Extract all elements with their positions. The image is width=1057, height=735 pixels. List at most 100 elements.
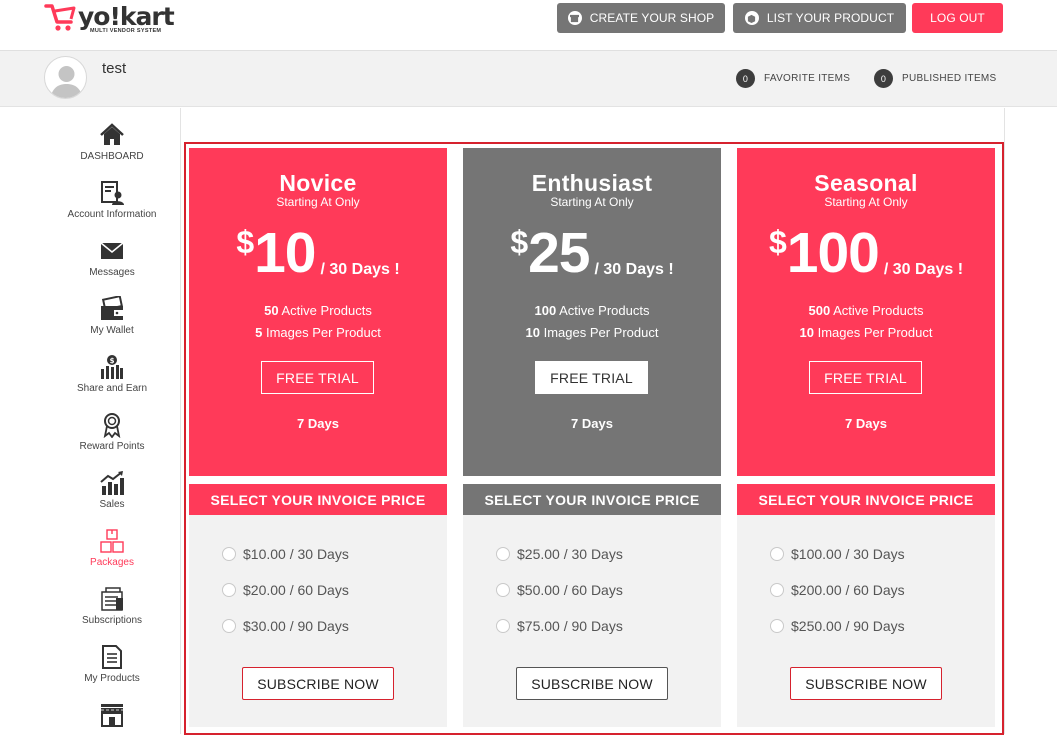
radio-button[interactable] — [222, 583, 236, 597]
sidebar: DASHBOARD Account Information Messages M… — [55, 108, 181, 734]
plan-subtitle: Starting At Only — [550, 195, 634, 209]
subscriptions-icon — [101, 587, 123, 611]
favorite-items-stat[interactable]: 0 FAVORITE ITEMS — [736, 69, 850, 88]
sidebar-item-my-products[interactable]: My Products — [55, 644, 169, 684]
create-shop-button[interactable]: CREATE YOUR SHOP — [557, 3, 725, 33]
plan-card-seasonal: Seasonal Starting At Only $ 100 / 30 Day… — [737, 148, 995, 476]
home-icon — [100, 123, 124, 145]
sidebar-item-dashboard[interactable]: DASHBOARD — [55, 122, 169, 162]
trial-days: 7 Days — [845, 416, 887, 431]
radio-button[interactable] — [496, 547, 510, 561]
sidebar-item-label: Share and Earn — [76, 383, 148, 394]
sidebar-item-messages[interactable]: Messages — [55, 238, 169, 278]
favorite-count-badge: 0 — [736, 69, 755, 88]
plan-name: Seasonal — [814, 170, 918, 196]
radio-button[interactable] — [770, 619, 784, 633]
sidebar-item-label: DASHBOARD — [80, 151, 144, 162]
sidebar-item-account-information[interactable]: Account Information — [55, 180, 169, 220]
free-trial-button[interactable]: FREE TRIAL — [535, 361, 648, 394]
subscribe-now-button[interactable]: SUBSCRIBE NOW — [790, 667, 942, 700]
invoice-option[interactable]: $250.00 / 90 Days — [770, 618, 905, 634]
invoice-option[interactable]: $200.00 / 60 Days — [770, 582, 905, 598]
list-product-label: LIST YOUR PRODUCT — [766, 11, 895, 25]
invoice-options-novice: $10.00 / 30 Days $20.00 / 60 Days $30.00… — [189, 515, 447, 727]
box-icon — [744, 11, 759, 25]
plan-price: $ 10 / 30 Days ! — [189, 220, 447, 286]
packages-icon — [100, 529, 124, 553]
invoice-option[interactable]: $50.00 / 60 Days — [496, 582, 623, 598]
invoice-option[interactable]: $75.00 / 90 Days — [496, 618, 623, 634]
radio-button[interactable] — [496, 619, 510, 633]
trial-days: 7 Days — [297, 416, 339, 431]
username: test — [102, 60, 127, 77]
price-period: / 30 Days ! — [594, 261, 674, 278]
sidebar-item-share-and-earn[interactable]: $ Share and Earn — [55, 354, 169, 394]
shop-icon — [567, 11, 582, 25]
favorite-items-label: FAVORITE ITEMS — [764, 73, 851, 84]
price-amount: 100 — [786, 221, 880, 285]
subscribe-now-button[interactable]: SUBSCRIBE NOW — [516, 667, 668, 700]
trial-days: 7 Days — [571, 416, 613, 431]
create-shop-label: CREATE YOUR SHOP — [589, 11, 715, 25]
invoice-header: SELECT YOUR INVOICE PRICE — [189, 484, 447, 515]
sidebar-item-reward-points[interactable]: Reward Points — [55, 412, 169, 452]
published-items-label: PUBLISHED ITEMS — [902, 73, 997, 84]
invoice-options-enthusiast: $25.00 / 30 Days $50.00 / 60 Days $75.00… — [463, 515, 721, 727]
sidebar-item-shop[interactable] — [55, 702, 169, 728]
currency-symbol: $ — [236, 224, 255, 260]
content-right-border — [1004, 108, 1005, 734]
sidebar-item-subscriptions[interactable]: Subscriptions — [55, 586, 169, 626]
document-icon — [102, 645, 122, 669]
plan-feature-products: 500 Active Products — [808, 303, 924, 318]
free-trial-button[interactable]: FREE TRIAL — [809, 361, 922, 394]
published-items-stat[interactable]: 0 PUBLISHED ITEMS — [874, 69, 997, 88]
price-period: / 30 Days ! — [883, 261, 964, 278]
sales-chart-icon — [100, 471, 124, 495]
plan-subtitle: Starting At Only — [824, 195, 908, 209]
award-icon — [103, 413, 121, 438]
wallet-icon — [101, 296, 124, 320]
plan-name: Enthusiast — [531, 170, 653, 196]
sidebar-item-packages[interactable]: Packages — [55, 528, 169, 568]
plan-price: $ 100 / 30 Days ! — [737, 220, 995, 286]
sidebar-item-label: Messages — [89, 267, 135, 278]
price-period: / 30 Days ! — [320, 261, 400, 278]
sidebar-item-sales[interactable]: Sales — [55, 470, 169, 510]
sidebar-item-label: Subscriptions — [81, 615, 143, 626]
list-product-button[interactable]: LIST YOUR PRODUCT — [733, 3, 906, 33]
logo[interactable]: yo!kart MULTI VENDOR SYSTEM — [44, 2, 175, 36]
invoice-option[interactable]: $20.00 / 60 Days — [222, 582, 349, 598]
plan-card-novice: Novice Starting At Only $ 10 / 30 Days !… — [189, 148, 447, 476]
subscribe-now-button[interactable]: SUBSCRIBE NOW — [242, 667, 394, 700]
invoice-options-seasonal: $100.00 / 30 Days $200.00 / 60 Days $250… — [737, 515, 995, 727]
plan-name: Novice — [279, 170, 357, 196]
radio-button[interactable] — [496, 583, 510, 597]
plan-feature-products: 50 Active Products — [264, 303, 372, 318]
price-amount: 25 — [528, 221, 590, 285]
plan-price: $ 25 / 30 Days ! — [463, 220, 721, 286]
logout-button[interactable]: LOG OUT — [912, 3, 1003, 33]
envelope-icon — [100, 242, 124, 259]
sidebar-item-label: Sales — [99, 499, 125, 510]
svg-text:$: $ — [110, 357, 115, 365]
published-count-badge: 0 — [874, 69, 893, 88]
invoice-option[interactable]: $10.00 / 30 Days — [222, 546, 349, 562]
radio-button[interactable] — [222, 619, 236, 633]
plan-feature-images: 10 Images Per Product — [525, 325, 659, 340]
shop-icon — [101, 704, 123, 727]
radio-button[interactable] — [222, 547, 236, 561]
plan-card-enthusiast: Enthusiast Starting At Only $ 25 / 30 Da… — [463, 148, 721, 476]
price-amount: 10 — [254, 221, 316, 285]
radio-button[interactable] — [770, 583, 784, 597]
invoice-header: SELECT YOUR INVOICE PRICE — [737, 484, 995, 515]
invoice-option[interactable]: $100.00 / 30 Days — [770, 546, 905, 562]
avatar[interactable] — [44, 56, 87, 99]
free-trial-button[interactable]: FREE TRIAL — [261, 361, 374, 394]
radio-button[interactable] — [770, 547, 784, 561]
plan-feature-images: 5 Images Per Product — [255, 325, 381, 340]
invoice-option[interactable]: $30.00 / 90 Days — [222, 618, 349, 634]
invoice-option[interactable]: $25.00 / 30 Days — [496, 546, 623, 562]
sidebar-item-my-wallet[interactable]: My Wallet — [55, 296, 169, 336]
plan-feature-products: 100 Active Products — [534, 303, 650, 318]
plan-subtitle: Starting At Only — [276, 195, 360, 209]
